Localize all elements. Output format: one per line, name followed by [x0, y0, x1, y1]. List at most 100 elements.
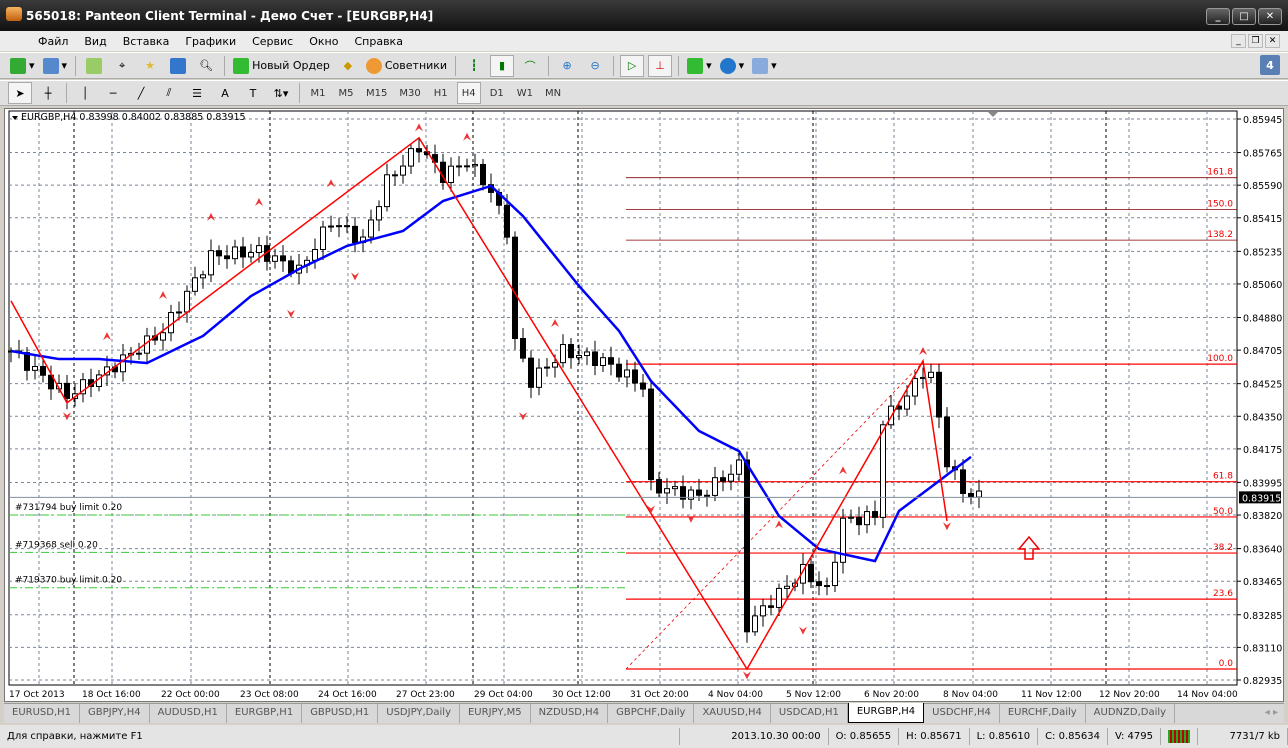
price-chart[interactable]: 0.85945 0.85765 0.85590 0.85415 0.85235 0.850…: [5, 109, 1285, 703]
menu-item[interactable]: Вставка: [115, 35, 178, 48]
price-tick-label: 0.85590: [1243, 181, 1282, 192]
menu-item[interactable]: Графики: [177, 35, 244, 48]
fib-level-label: 100.0: [1207, 354, 1233, 364]
zoom-in-button[interactable]: ⊕: [555, 55, 579, 77]
chart-tab[interactable]: AUDNZD,Daily: [1086, 704, 1176, 723]
time-tick-label: 23 Oct 08:00: [240, 690, 299, 700]
timeframe-m30[interactable]: M30: [395, 82, 424, 104]
timeframe-m1[interactable]: M1: [306, 82, 330, 104]
horizontal-line-button[interactable]: ─: [101, 82, 125, 104]
fibonacci-button[interactable]: ☰: [185, 82, 209, 104]
text-icon: A: [221, 86, 229, 100]
profiles-button[interactable]: ▾: [41, 55, 70, 77]
autoscroll-button[interactable]: ▷: [620, 54, 645, 77]
candle-body: [600, 357, 606, 367]
minimize-button[interactable]: _: [1206, 8, 1230, 25]
chart-tab[interactable]: USDJPY,Daily: [378, 704, 460, 723]
window-title: 565018: Panteon Client Terminal - Демо С…: [26, 8, 434, 23]
alert-button[interactable]: ◆: [336, 55, 360, 77]
equidistant-channel-button[interactable]: ⫽: [157, 82, 181, 104]
fib-level-label: 23.6: [1213, 589, 1233, 599]
chart-tab[interactable]: GBPUSD,H1: [302, 704, 379, 723]
chart-area[interactable]: 0.85945 0.85765 0.85590 0.85415 0.85235 0.850…: [4, 108, 1284, 702]
arrows-button[interactable]: ⇅▾: [269, 82, 293, 104]
maximize-button[interactable]: □: [1232, 8, 1256, 25]
chart-tab[interactable]: AUDUSD,H1: [150, 704, 227, 723]
chart-tab[interactable]: EURJPY,M5: [460, 704, 531, 723]
menu-item[interactable]: Справка: [346, 35, 410, 48]
timeframe-h1[interactable]: H1: [429, 82, 453, 104]
mdi-minimize-button[interactable]: _: [1231, 34, 1246, 48]
line-chart-button[interactable]: ⌒: [518, 55, 542, 77]
vertical-line-button[interactable]: │: [73, 82, 97, 104]
price-tick-label: 0.82935: [1243, 676, 1282, 687]
templates-button[interactable]: ▾: [750, 55, 779, 77]
candlestick-button[interactable]: ▮: [490, 54, 515, 77]
experts-label: Советники: [384, 59, 448, 72]
mdi-restore-button[interactable]: ❐: [1248, 34, 1263, 48]
candle-body: [160, 332, 166, 341]
cursor-button[interactable]: ➤: [8, 82, 32, 104]
chart-tab[interactable]: GBPJPY,H4: [80, 704, 150, 723]
chart-tab[interactable]: USDCHF,H4: [924, 704, 1000, 723]
new-order-icon: [233, 57, 250, 74]
timeframe-w1[interactable]: W1: [513, 82, 537, 104]
menu-item[interactable]: Вид: [76, 35, 114, 48]
terminal-button[interactable]: [166, 55, 190, 77]
chart-tab[interactable]: NZDUSD,H4: [531, 704, 609, 723]
close-button[interactable]: ✕: [1258, 8, 1282, 25]
vertical-line-icon: │: [81, 86, 89, 100]
candle-body: [928, 371, 934, 378]
candle-body: [536, 367, 542, 388]
chart-shift-icon: ⊥: [655, 59, 665, 72]
market-watch-button[interactable]: [82, 55, 106, 77]
price-tick-label: 0.84175: [1243, 445, 1282, 456]
text-button[interactable]: A: [213, 82, 237, 104]
chart-tab[interactable]: EURCHF,Daily: [1000, 704, 1086, 723]
menu-item[interactable]: Файл: [30, 35, 76, 48]
text-label-button[interactable]: T: [241, 82, 265, 104]
candle-body: [808, 563, 814, 583]
chart-tab[interactable]: GBPCHF,Daily: [608, 704, 695, 723]
new-chart-button[interactable]: ▾: [8, 55, 37, 77]
chart-tab[interactable]: EURGBP,H1: [227, 704, 303, 723]
zoom-out-button[interactable]: ⊖: [583, 55, 607, 77]
candle-body: [560, 344, 566, 364]
menu-item[interactable]: Сервис: [244, 35, 301, 48]
candle-body: [464, 165, 470, 168]
candle-body: [176, 311, 182, 314]
mdi-close-button[interactable]: ✕: [1265, 34, 1280, 48]
candle-body: [240, 246, 246, 258]
chart-shift-button[interactable]: ⊥: [648, 54, 673, 77]
experts-button[interactable]: Советники: [364, 55, 449, 77]
new-order-button[interactable]: Новый Ордер: [231, 55, 332, 77]
notifications-badge[interactable]: 4: [1260, 55, 1280, 75]
timeframe-d1[interactable]: D1: [485, 82, 509, 104]
candle-body: [248, 252, 254, 258]
chart-tab[interactable]: USDCAD,H1: [771, 704, 848, 723]
timeframe-m5[interactable]: M5: [334, 82, 358, 104]
timeframe-mn[interactable]: MN: [541, 82, 565, 104]
chart-tab[interactable]: EURUSD,H1: [4, 704, 81, 723]
crosshair-button[interactable]: ┼: [36, 82, 60, 104]
indicators-button[interactable]: ▾: [685, 55, 714, 77]
navigator-button[interactable]: ★: [138, 55, 162, 77]
candle-body: [776, 587, 782, 608]
menu-item[interactable]: Окно: [301, 35, 346, 48]
chart-tab[interactable]: XAUUSD,H4: [694, 704, 771, 723]
candle-body: [136, 352, 142, 355]
strategy-tester-button[interactable]: 🔍︎: [194, 55, 218, 77]
trendline-button[interactable]: ╱: [129, 82, 153, 104]
price-tick-label: 0.84525: [1243, 380, 1282, 391]
timeframe-h4[interactable]: H4: [456, 82, 481, 104]
tab-scroll-arrows[interactable]: ◂ ▸: [1259, 704, 1284, 723]
candle-body: [968, 492, 974, 498]
time-tick-label: 29 Oct 04:00: [474, 690, 533, 700]
data-window-button[interactable]: ⌖: [110, 55, 134, 77]
candle-body: [448, 165, 454, 184]
periods-button[interactable]: ▾: [718, 55, 747, 77]
chart-tab[interactable]: EURGBP,H4: [847, 703, 925, 723]
candle-body: [712, 477, 718, 496]
bar-chart-button[interactable]: ┇: [462, 55, 486, 77]
timeframe-m15[interactable]: M15: [362, 82, 391, 104]
